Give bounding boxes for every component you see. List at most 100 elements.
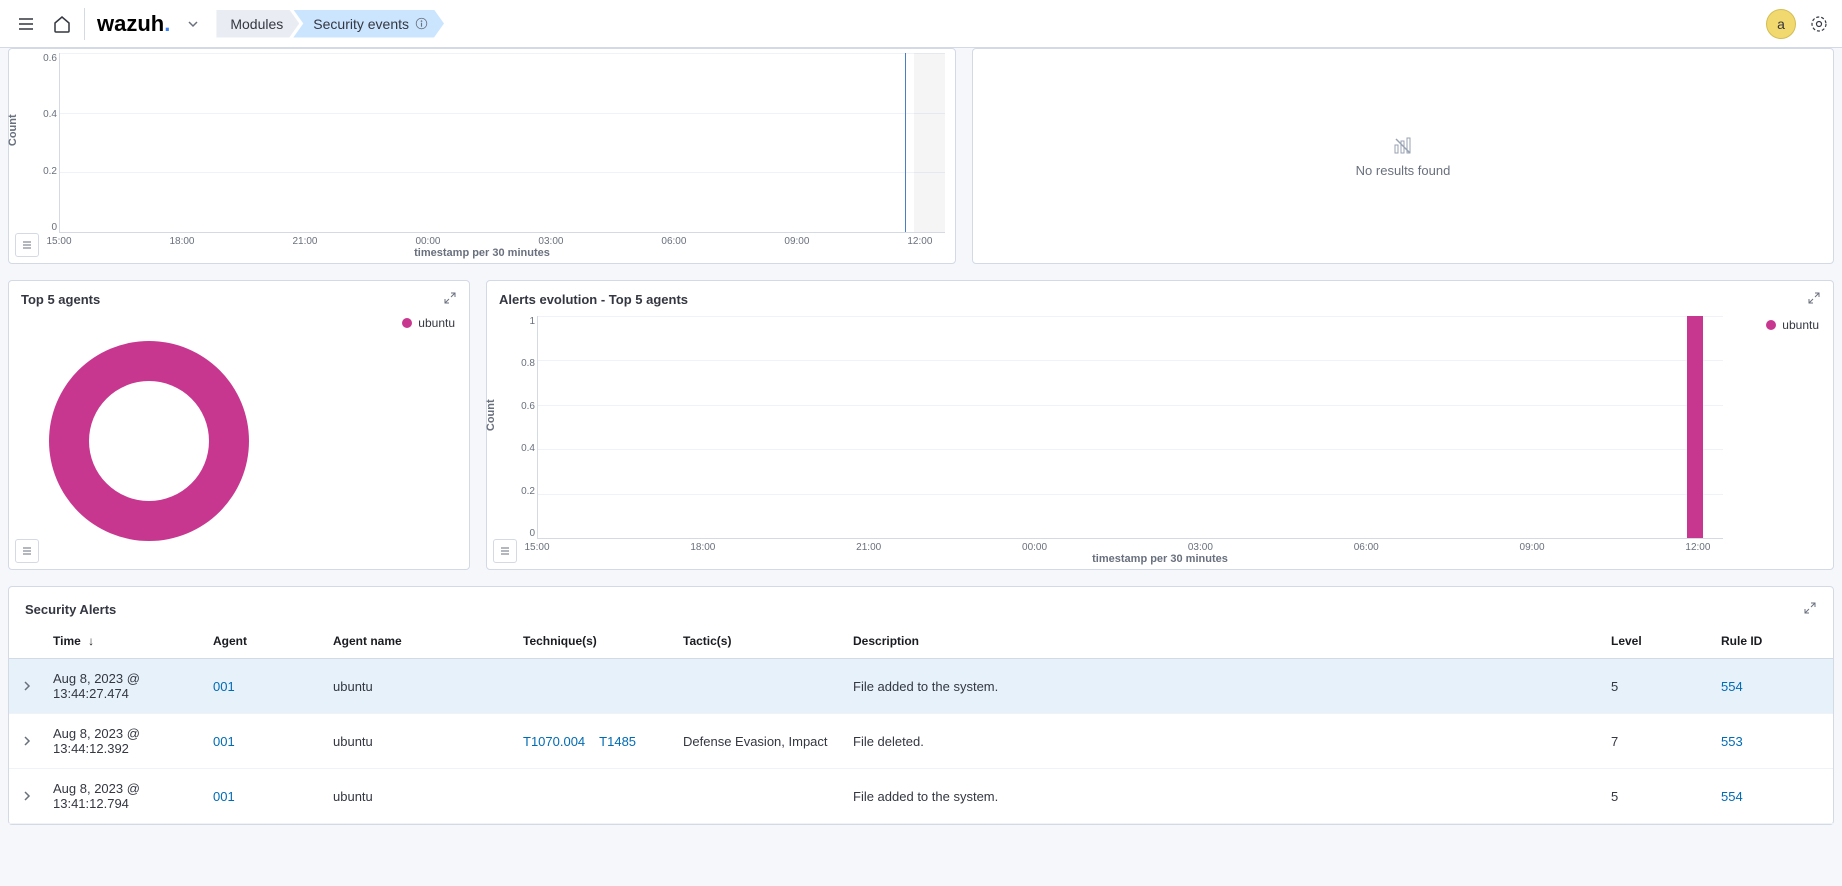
table-row[interactable]: Aug 8, 2023 @ 13:41:12.794001ubuntuFile … (9, 769, 1833, 824)
cell-agent-name: ubuntu (325, 714, 515, 769)
y-tick: 1 (529, 316, 535, 327)
x-axis: 15:00 18:00 21:00 00:00 03:00 06:00 09:0… (59, 236, 945, 247)
donut-chart: ubuntu (9, 312, 469, 569)
donut-ring (49, 341, 249, 541)
y-axis-label: Count (485, 399, 497, 431)
home-button[interactable] (44, 6, 80, 42)
x-tick: 09:00 (1520, 542, 1545, 553)
chart-legend: ubuntu (1766, 318, 1819, 332)
col-level[interactable]: Level (1603, 624, 1713, 659)
technique-link[interactable]: T1485 (599, 734, 636, 749)
home-icon (52, 14, 72, 34)
legend-toggle[interactable] (15, 233, 39, 257)
panel-title: Security Alerts (25, 602, 116, 617)
legend-toggle[interactable] (493, 539, 517, 563)
user-avatar[interactable]: a (1766, 9, 1796, 39)
x-tick: 06:00 (661, 236, 686, 247)
rule-id-link[interactable]: 554 (1721, 789, 1743, 804)
chevron-right-icon (22, 736, 32, 746)
agent-link[interactable]: 001 (213, 734, 235, 749)
context-dropdown[interactable] (178, 17, 208, 31)
cell-techniques (515, 769, 675, 824)
col-agent[interactable]: Agent (205, 624, 325, 659)
agent-link[interactable]: 001 (213, 679, 235, 694)
y-tick: 0.2 (521, 486, 535, 497)
table-row[interactable]: Aug 8, 2023 @ 13:44:27.474001ubuntuFile … (9, 659, 1833, 714)
expand-icon (443, 291, 457, 305)
news-feed-icon (1810, 15, 1828, 33)
legend-toggle[interactable] (15, 539, 39, 563)
chart-legend: ubuntu (402, 316, 455, 330)
brand-logo[interactable]: wazuh. (89, 11, 178, 37)
menu-button[interactable] (8, 6, 44, 42)
col-description[interactable]: Description (845, 624, 1603, 659)
row-expand[interactable] (9, 659, 45, 714)
agent-link[interactable]: 001 (213, 789, 235, 804)
x-tick: 18:00 (690, 542, 715, 553)
cell-rule-id: 554 (1713, 659, 1833, 714)
expand-button[interactable] (1807, 291, 1821, 308)
y-tick: 0 (529, 528, 535, 539)
rule-id-link[interactable]: 554 (1721, 679, 1743, 694)
col-agent-name[interactable]: Agent name (325, 624, 515, 659)
x-tick: 00:00 (1022, 542, 1047, 553)
rule-id-link[interactable]: 553 (1721, 734, 1743, 749)
col-rule-id[interactable]: Rule ID (1713, 624, 1833, 659)
col-label: Time (53, 634, 81, 648)
no-results-panel: No results found (972, 48, 1834, 264)
legend-dot (402, 318, 412, 328)
x-tick: 18:00 (169, 236, 194, 247)
col-expand (9, 624, 45, 659)
news-button[interactable] (1804, 9, 1834, 39)
technique-link[interactable]: T1070.004 (523, 734, 585, 749)
x-tick: 09:00 (784, 236, 809, 247)
row-expand[interactable] (9, 769, 45, 824)
logo-text: wazuh (97, 11, 164, 37)
x-tick: 21:00 (856, 542, 881, 553)
panel-title: Alerts evolution - Top 5 agents (499, 292, 688, 307)
data-bar (1687, 316, 1703, 538)
hamburger-icon (17, 15, 35, 33)
legend-dot (1766, 320, 1776, 330)
x-tick: 03:00 (1188, 542, 1213, 553)
expand-button[interactable] (1803, 601, 1817, 618)
cell-tactics (675, 769, 845, 824)
breadcrumb-modules[interactable]: Modules (216, 10, 299, 38)
x-tick: 03:00 (538, 236, 563, 247)
expand-icon (1803, 601, 1817, 615)
x-tick: 06:00 (1354, 542, 1379, 553)
logo-dot: . (164, 11, 170, 37)
cell-time: Aug 8, 2023 @ 13:41:12.794 (45, 769, 205, 824)
col-time[interactable]: Time ↓ (45, 624, 205, 659)
cell-description: File added to the system. (845, 769, 1603, 824)
x-tick: 15:00 (524, 542, 549, 553)
expand-button[interactable] (443, 291, 457, 308)
app-header: wazuh. Modules Security events a (0, 0, 1842, 48)
y-axis: 1 0.8 0.6 0.4 0.2 0 (513, 316, 535, 539)
legend-label: ubuntu (1782, 318, 1819, 332)
x-axis: 15:00 18:00 21:00 00:00 03:00 06:00 09:0… (537, 542, 1723, 553)
row-expand[interactable] (9, 714, 45, 769)
cell-techniques (515, 659, 675, 714)
col-techniques[interactable]: Technique(s) (515, 624, 675, 659)
expand-icon (1807, 291, 1821, 305)
legend-label: ubuntu (418, 316, 455, 330)
table-row[interactable]: Aug 8, 2023 @ 13:44:12.392001ubuntuT1070… (9, 714, 1833, 769)
plot-area (537, 316, 1723, 539)
header-divider (84, 8, 85, 40)
partial-chart: Count 0.6 0.4 0.2 0 15:00 18:00 (9, 49, 955, 263)
col-tactics[interactable]: Tactic(s) (675, 624, 845, 659)
alerts-table: Time ↓ Agent Agent name Technique(s) Tac… (9, 624, 1833, 824)
sort-down-icon: ↓ (88, 634, 94, 648)
x-axis-label: timestamp per 30 minutes (414, 247, 550, 259)
chevron-down-icon (186, 17, 200, 31)
y-tick: 0.4 (521, 443, 535, 454)
x-tick: 00:00 (415, 236, 440, 247)
cell-agent: 001 (205, 714, 325, 769)
breadcrumb-security-events[interactable]: Security events (293, 10, 444, 38)
list-icon (21, 545, 33, 557)
panel-title: Top 5 agents (21, 292, 100, 307)
avatar-initial: a (1777, 16, 1785, 32)
info-icon (415, 17, 428, 30)
x-tick: 12:00 (1685, 542, 1710, 553)
